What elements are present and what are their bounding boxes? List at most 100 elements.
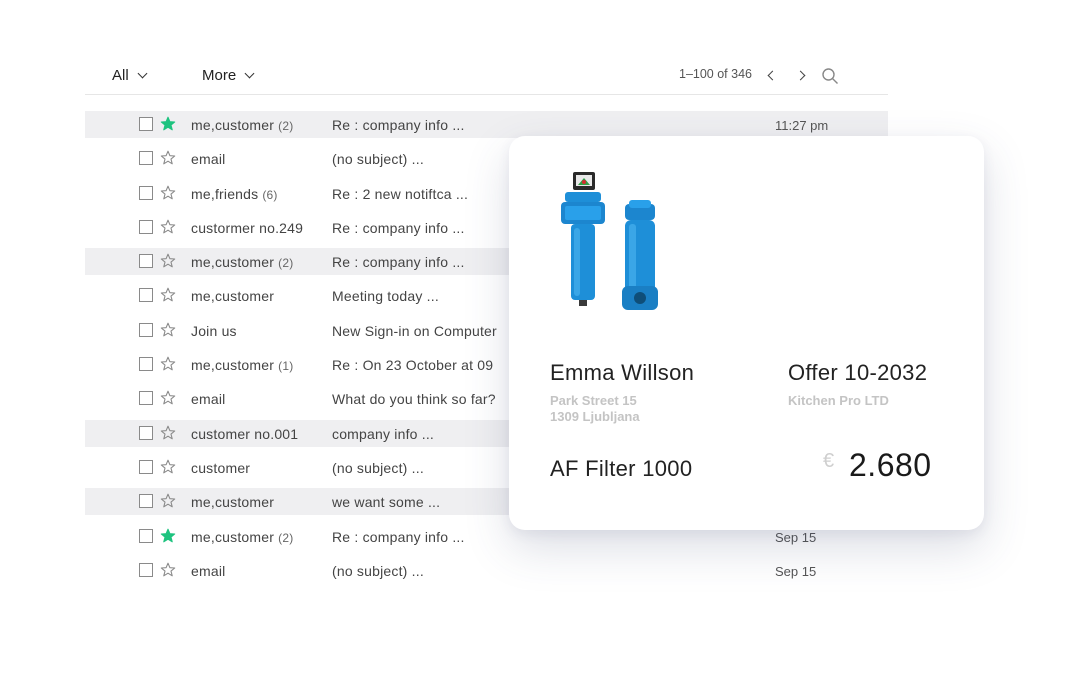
sender-name: email	[191, 391, 226, 408]
email-subject: we want some ...	[332, 494, 441, 511]
filter-all-label: All	[112, 67, 129, 84]
sender-name: customer	[191, 459, 251, 476]
select-checkbox[interactable]	[139, 494, 153, 509]
select-checkbox[interactable]	[139, 528, 153, 543]
email-subject: What do you think so far?	[332, 391, 496, 408]
email-sender: me,customer (2)	[191, 529, 293, 545]
email-sender: me,customer (2)	[191, 117, 293, 133]
email-time: Sep 15	[775, 563, 817, 579]
more-dropdown[interactable]: More	[202, 67, 255, 84]
customer-name: Emma Willson	[550, 360, 695, 385]
chevron-down-icon	[244, 68, 255, 79]
sender-name: me,customer	[191, 117, 275, 133]
email-sender: me,customer (2)	[191, 254, 293, 270]
select-checkbox[interactable]	[139, 185, 153, 200]
email-row[interactable]: me,customer (2) Re : company info ... 11:27…	[85, 111, 888, 138]
email-subject: company info ...	[332, 425, 435, 442]
email-subject: Re : 2 new notiftca ...	[332, 185, 469, 202]
email-sender: custormer no.249	[191, 220, 303, 236]
email-sender: email	[191, 151, 225, 167]
email-sender: me,customer	[191, 494, 274, 510]
thread-count: (2)	[278, 256, 294, 271]
search-icon[interactable]	[821, 67, 839, 85]
email-subject: Re : company info ...	[332, 117, 465, 133]
offer-number: Offer 10-2032	[788, 360, 928, 385]
email-subject: Re : company info ...	[332, 528, 465, 545]
star-icon[interactable]	[160, 528, 176, 544]
sender-name: me,customer	[191, 288, 275, 305]
company-name: Kitchen Pro LTD	[788, 393, 889, 408]
star-icon[interactable]	[160, 253, 176, 269]
email-subject: Re : company info ...	[332, 254, 465, 271]
sender-name: me,friends	[191, 185, 259, 202]
star-icon[interactable]	[160, 150, 176, 166]
email-sender: Join us	[191, 323, 237, 339]
email-sender: email	[191, 391, 225, 407]
sender-name: email	[191, 562, 226, 579]
star-icon[interactable]	[160, 562, 176, 578]
email-sender: me,customer	[191, 288, 274, 304]
email-subject: Meeting today ...	[332, 288, 439, 305]
currency-symbol: €	[823, 450, 835, 472]
select-checkbox[interactable]	[139, 151, 153, 166]
email-subject: New Sign-in on Computer	[332, 322, 497, 339]
select-checkbox[interactable]	[139, 254, 153, 269]
thread-count: (2)	[278, 119, 294, 133]
select-checkbox[interactable]	[139, 391, 153, 406]
chevron-left-icon[interactable]	[765, 69, 779, 83]
select-checkbox[interactable]	[139, 459, 153, 474]
mail-toolbar: All More 1–100 of 346	[85, 58, 888, 95]
sender-name: me,customer	[191, 528, 275, 545]
email-subject: Re : company info ...	[332, 219, 465, 236]
star-icon[interactable]	[160, 322, 176, 338]
email-subject: (no subject) ...	[332, 459, 424, 476]
select-checkbox[interactable]	[139, 357, 153, 372]
star-icon[interactable]	[160, 356, 176, 372]
email-subject: (no subject) ...	[332, 151, 424, 168]
thread-count: (1)	[278, 359, 294, 374]
select-checkbox[interactable]	[139, 219, 153, 234]
star-icon[interactable]	[160, 116, 176, 132]
star-icon[interactable]	[160, 493, 176, 509]
pagination-info: 1–100 of 346	[679, 67, 752, 81]
offer-card[interactable]: Emma Willson Park Street 15 1309 Ljublja…	[509, 136, 984, 530]
email-subject: (no subject) ...	[332, 562, 424, 579]
select-checkbox[interactable]	[139, 117, 153, 131]
more-label: More	[202, 67, 237, 84]
email-time: Sep 15	[775, 529, 817, 545]
filter-all-dropdown[interactable]: All	[112, 67, 148, 84]
sender-name: Join us	[191, 322, 237, 339]
sender-name: me,customer	[191, 357, 275, 374]
address-line-1: Park Street 15	[550, 393, 637, 408]
select-checkbox[interactable]	[139, 425, 153, 440]
sender-name: me,customer	[191, 254, 275, 271]
email-subject: Re : On 23 October at 09	[332, 357, 494, 374]
product-image	[561, 172, 658, 310]
product-name: AF Filter 1000	[550, 456, 693, 481]
star-icon[interactable]	[160, 425, 176, 441]
select-checkbox[interactable]	[139, 288, 153, 303]
email-row[interactable]: email (no subject) ... Sep 15	[85, 557, 888, 584]
chevron-down-icon	[137, 68, 148, 79]
email-sender: customer no.001	[191, 426, 298, 442]
thread-count: (6)	[262, 187, 278, 202]
sender-name: customer no.001	[191, 425, 299, 442]
email-sender: customer	[191, 460, 250, 476]
email-sender: me,friends (6)	[191, 186, 278, 202]
email-time: 11:27 pm	[775, 118, 829, 133]
email-sender: email	[191, 563, 225, 579]
offer-price: 2.680	[849, 447, 932, 483]
sender-name: me,customer	[191, 494, 275, 511]
star-icon[interactable]	[160, 287, 176, 303]
star-icon[interactable]	[160, 219, 176, 235]
thread-count: (2)	[278, 530, 294, 545]
sender-name: custormer no.249	[191, 219, 304, 236]
email-sender: me,customer (1)	[191, 357, 293, 373]
star-icon[interactable]	[160, 459, 176, 475]
star-icon[interactable]	[160, 390, 176, 406]
select-checkbox[interactable]	[139, 322, 153, 337]
chevron-right-icon[interactable]	[795, 69, 809, 83]
select-checkbox[interactable]	[139, 562, 153, 577]
address-line-2: 1309 Ljubljana	[550, 409, 640, 424]
star-icon[interactable]	[160, 185, 176, 201]
